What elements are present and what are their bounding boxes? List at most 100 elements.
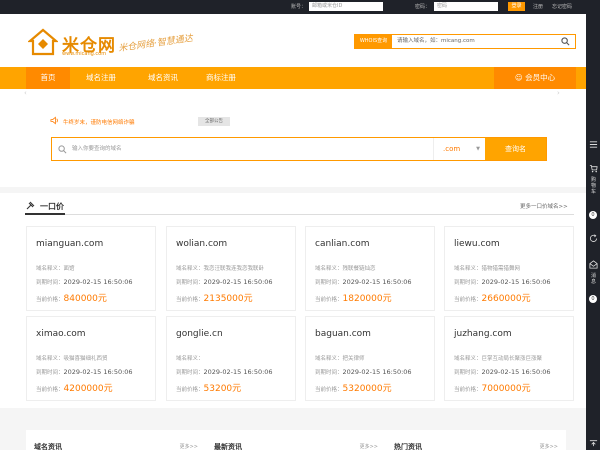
news-panel-title: 热门资讯 bbox=[394, 443, 422, 450]
nav-item-domain-news[interactable]: 域名资讯 bbox=[138, 67, 188, 89]
domain-expire: 2029-02-15 16:50:06 bbox=[203, 368, 273, 376]
domain-meaning: 我恋汪联我连我恋我联卧 bbox=[203, 266, 265, 272]
password-input[interactable]: 密码 bbox=[434, 2, 498, 11]
price-label: 当前价格： bbox=[454, 297, 482, 303]
member-center-label: 会员中心 bbox=[525, 73, 556, 82]
all-notices-button[interactable]: 全部公告 bbox=[198, 117, 230, 126]
domain-meaning-row: 域名释义：把关律师 bbox=[315, 354, 365, 362]
news-panel-title: 域名资讯 bbox=[34, 443, 62, 450]
domain-price-row: 当前价格：53200元 bbox=[176, 381, 241, 394]
cart-label[interactable]: 购物车 bbox=[589, 177, 598, 195]
account-input[interactable]: 邮箱或米仓ID bbox=[309, 2, 383, 11]
price-label: 当前价格： bbox=[315, 387, 343, 393]
domain-name[interactable]: juzhang.com bbox=[454, 329, 512, 339]
domain-search-input[interactable]: 输入你要查询的域名 bbox=[72, 138, 122, 160]
site-header: 米仓网 www.micang.com 米仓网络·智慧通达 WHOIS查询 请输入… bbox=[0, 14, 586, 67]
news-more-link[interactable]: 更多>> bbox=[540, 443, 558, 450]
domain-name[interactable]: ximao.com bbox=[36, 329, 86, 339]
whois-tag[interactable]: WHOIS查询 bbox=[355, 35, 392, 48]
domain-meaning: 把关律师 bbox=[342, 356, 365, 362]
domain-expire-row: 到期时间：2029-02-15 16:50:06 bbox=[315, 278, 412, 286]
password-label: 密码： bbox=[415, 4, 431, 10]
domain-card[interactable]: mianguan.com 域名释义：面馆 到期时间：2029-02-15 16:50… bbox=[26, 226, 156, 311]
domain-card[interactable]: liewu.com 域名释义：猎物猎需猎舞网到期时间：2029-02-15 16:… bbox=[444, 226, 574, 311]
domain-meaning-row: 域名释义：巨掌互动局长聚涨巨涨聚 bbox=[454, 354, 542, 362]
message-icon[interactable] bbox=[589, 260, 598, 269]
back-to-top-icon[interactable] bbox=[589, 438, 598, 447]
forgot-password-link[interactable]: 忘记密码 bbox=[552, 3, 572, 10]
expire-label: 到期时间： bbox=[176, 370, 204, 376]
domain-expire-row: 到期时间：2029-02-15 16:50:06 bbox=[454, 368, 551, 376]
member-center-button[interactable]: ☺ 会员中心 bbox=[494, 67, 576, 89]
main-nav: 首页 域名注册 域名资讯 商标注册 ☺ 会员中心 bbox=[0, 67, 586, 89]
domain-card[interactable]: canlian.com 域名释义：残联餐链灿恋 到期时间：2029-02-15 16… bbox=[305, 226, 435, 311]
nav-item-trademark[interactable]: 商标注册 bbox=[196, 67, 246, 89]
whois-input[interactable]: 请输入域名，如：micang.com bbox=[397, 35, 475, 48]
domain-meaning: 猎物猎需猎舞网 bbox=[481, 266, 521, 272]
notice-text[interactable]: 牛终岁末，谨防电信网络诈骗 bbox=[63, 118, 135, 126]
domain-price-row: 当前价格：2135000元 bbox=[176, 291, 253, 304]
news-more-link[interactable]: 更多>> bbox=[360, 443, 378, 450]
menu-icon[interactable] bbox=[589, 140, 598, 149]
register-link[interactable]: 注册 bbox=[533, 3, 543, 10]
domain-name[interactable]: gonglie.cn bbox=[176, 329, 223, 339]
domain-meaning: 残联餐链灿恋 bbox=[342, 266, 376, 272]
domain-expire-row: 到期时间：2029-02-15 16:50:06 bbox=[315, 368, 412, 376]
search-icon[interactable] bbox=[561, 37, 570, 46]
domain-expire: 2029-02-15 16:50:06 bbox=[342, 278, 412, 286]
message-label[interactable]: 消息 bbox=[589, 273, 598, 285]
logo-house-icon[interactable] bbox=[28, 28, 58, 56]
more-fixed-price-link[interactable]: 更多一口价域名>> bbox=[520, 202, 568, 210]
domain-meaning: 吸猫喜猫细礼西贸 bbox=[63, 356, 108, 362]
news-panel-domain: 域名资讯 更多>> bbox=[26, 430, 206, 450]
domain-expire: 2029-02-15 16:50:06 bbox=[63, 368, 133, 376]
login-button[interactable]: 登录 bbox=[508, 2, 525, 11]
price-label: 当前价格： bbox=[36, 297, 64, 303]
price-label: 当前价格： bbox=[315, 297, 343, 303]
domain-price: 2660000元 bbox=[481, 294, 531, 304]
domain-name[interactable]: baguan.com bbox=[315, 329, 371, 339]
domain-card[interactable]: wolian.com 域名释义：我恋汪联我连我恋我联卧 到期时间：2029-02-1… bbox=[166, 226, 296, 311]
news-panels: 域名资讯 更多>> 最新资讯 更多>> 热门资讯 更多>> bbox=[0, 412, 586, 450]
domain-expire-row: 到期时间：2029-02-15 16:50:06 bbox=[454, 278, 551, 286]
suffix-select[interactable]: .com ▼ bbox=[433, 138, 486, 160]
cart-icon[interactable] bbox=[589, 164, 598, 173]
top-login-bar: 账号： 邮箱或米仓ID 密码： 密码 登录 注册 忘记密码 bbox=[0, 0, 600, 14]
section-divider-accent bbox=[25, 213, 65, 215]
domain-price-row: 当前价格：7000000元 bbox=[454, 381, 531, 394]
domain-card[interactable]: ximao.com 域名释义：吸猫喜猫细礼西贸 到期时间：2029-02-15 16… bbox=[26, 316, 156, 401]
domain-card[interactable]: baguan.com 域名释义：把关律师到期时间：2029-02-15 16:50… bbox=[305, 316, 435, 401]
domain-card[interactable]: gonglie.cn 域名释义： 到期时间：2029-02-15 16:50:06 当… bbox=[166, 316, 296, 401]
domain-search-button[interactable]: 查询名 bbox=[485, 138, 546, 160]
domain-meaning-row: 域名释义： bbox=[176, 354, 204, 362]
price-label: 当前价格： bbox=[176, 297, 204, 303]
domain-price: 1820000元 bbox=[342, 294, 392, 304]
search-icon bbox=[58, 145, 67, 154]
meaning-label: 域名释义： bbox=[176, 356, 204, 362]
whois-search[interactable]: WHOIS查询 请输入域名，如：micang.com bbox=[354, 34, 576, 49]
domain-meaning: 面馆 bbox=[63, 266, 75, 272]
domain-card[interactable]: juzhang.com 域名释义：巨掌互动局长聚涨巨涨聚到期时间：2029-02-… bbox=[444, 316, 574, 401]
chevron-left-icon[interactable]: ‹ bbox=[24, 89, 27, 97]
account-label: 账号： bbox=[291, 4, 307, 10]
refresh-icon[interactable] bbox=[589, 234, 598, 243]
domain-name[interactable]: canlian.com bbox=[315, 239, 369, 249]
domain-meaning-row: 域名释义：猎物猎需猎舞网 bbox=[454, 264, 520, 272]
domain-expire-row: 到期时间：2029-02-15 16:50:06 bbox=[36, 278, 133, 286]
message-count-badge: 0 bbox=[589, 295, 597, 303]
chevron-right-icon[interactable]: › bbox=[557, 89, 560, 97]
nav-item-home[interactable]: 首页 bbox=[26, 67, 70, 89]
expire-label: 到期时间： bbox=[36, 280, 64, 286]
domain-expire: 2029-02-15 16:50:06 bbox=[203, 278, 273, 286]
logo-url: www.micang.com bbox=[62, 51, 107, 57]
fixed-price-section: 一口价 更多一口价域名>> mianguan.com 域名释义：面馆 到期时间：20… bbox=[0, 193, 586, 408]
news-more-link[interactable]: 更多>> bbox=[180, 443, 198, 450]
domain-name[interactable]: wolian.com bbox=[176, 239, 227, 249]
domain-search-box[interactable]: 输入你要查询的域名 .com ▼ 查询名 bbox=[51, 137, 547, 161]
domain-name[interactable]: liewu.com bbox=[454, 239, 500, 249]
domain-name[interactable]: mianguan.com bbox=[36, 239, 103, 249]
price-label: 当前价格： bbox=[454, 387, 482, 393]
expire-label: 到期时间： bbox=[176, 280, 204, 286]
meaning-label: 域名释义： bbox=[454, 356, 482, 362]
nav-item-domain-register[interactable]: 域名注册 bbox=[76, 67, 126, 89]
